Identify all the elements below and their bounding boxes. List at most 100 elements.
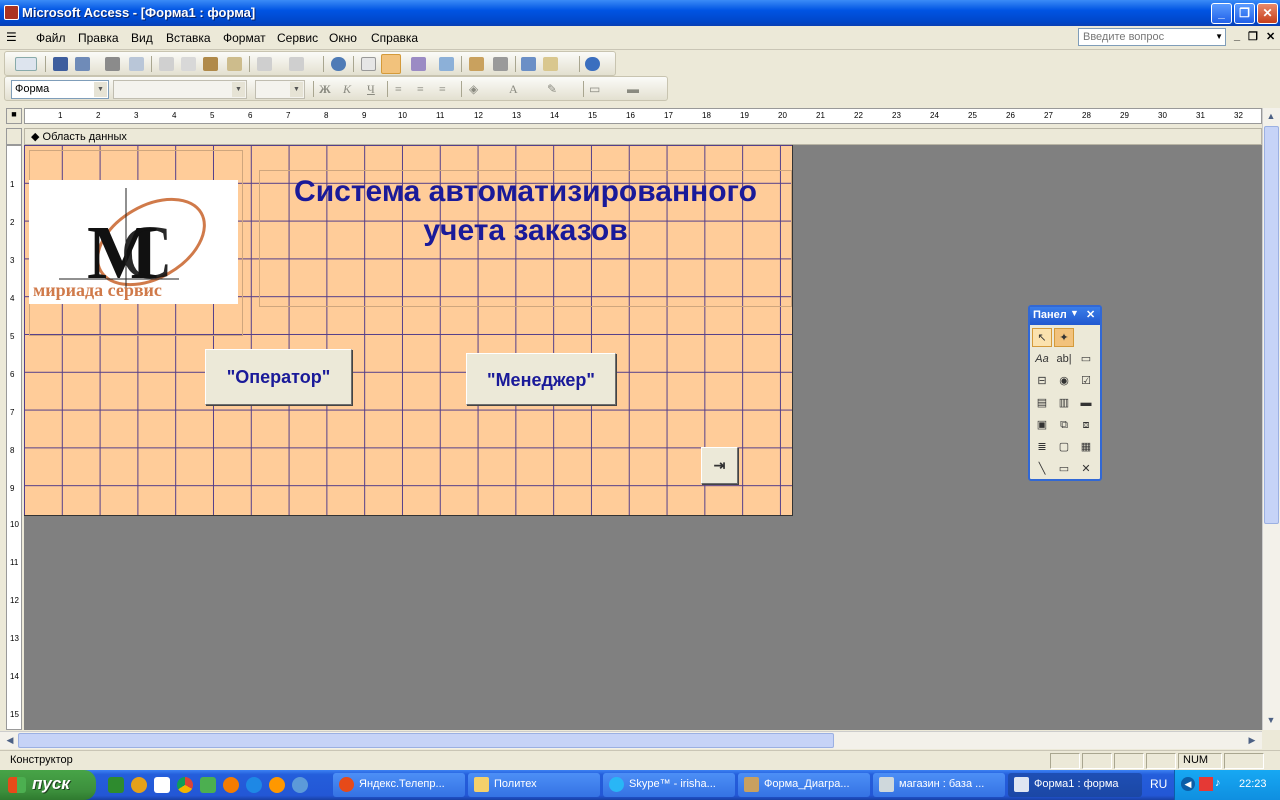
horizontal-scrollbar[interactable]: ◀ ▶ — [0, 731, 1262, 749]
scroll-right-icon[interactable]: ▶ — [1244, 732, 1260, 748]
toolbox-toggle-icon[interactable] — [381, 54, 401, 74]
fill-color-icon[interactable]: ◈ — [469, 82, 478, 97]
menu-window[interactable]: Окно — [329, 31, 357, 45]
chevron-down-icon[interactable]: ▼ — [290, 82, 303, 97]
menu-format[interactable]: Формат — [223, 31, 266, 45]
line-color-icon[interactable]: ✎ — [547, 82, 557, 97]
vertical-scrollbar[interactable]: ▲ ▼ — [1262, 108, 1280, 730]
list-box-icon[interactable]: ▥ — [1054, 394, 1074, 413]
bound-object-icon[interactable]: ⧈ — [1076, 416, 1096, 435]
line-width-icon[interactable]: ▭ — [589, 82, 600, 97]
detail-section-header[interactable]: ◆ Область данных — [24, 128, 1262, 145]
tab-control-icon[interactable]: ▢ — [1054, 438, 1074, 457]
line-tool-icon[interactable]: ╲ — [1032, 460, 1052, 479]
tray-security-icon[interactable] — [1199, 777, 1213, 791]
object-combo[interactable]: Форма ▼ — [11, 80, 109, 99]
chevron-down-icon[interactable]: ▼ — [1070, 308, 1079, 318]
media-player-icon[interactable] — [269, 777, 285, 793]
section-selector[interactable] — [6, 128, 22, 145]
checkbox-tool-icon[interactable]: ☑ — [1076, 372, 1096, 391]
option-button-icon[interactable]: ◉ — [1054, 372, 1074, 391]
command-button-icon[interactable]: ▬ — [1076, 394, 1096, 413]
wizards-icon[interactable]: ✦ — [1054, 328, 1074, 347]
vertical-scroll-thumb[interactable] — [1264, 126, 1279, 524]
font-size-combo[interactable]: ▼ — [255, 80, 305, 99]
close-icon[interactable]: ✕ — [1086, 308, 1095, 321]
align-right-icon[interactable]: ≡ — [439, 82, 446, 97]
font-name-combo[interactable]: ▼ — [113, 80, 247, 99]
database-window-icon[interactable] — [521, 57, 536, 71]
chevron-down-icon[interactable]: ▼ — [232, 82, 245, 97]
search-icon[interactable] — [75, 57, 90, 71]
start-button[interactable]: пуск — [0, 770, 96, 800]
exit-button[interactable]: ⇥ — [701, 447, 738, 484]
form-title-label[interactable]: Система автоматизированного учета заказо… — [260, 172, 791, 250]
quicklaunch-app-icon[interactable] — [131, 777, 147, 793]
textbox-tool-icon[interactable]: ab| — [1054, 350, 1074, 369]
doc-minimize-icon[interactable]: _ — [1234, 30, 1240, 42]
menu-view[interactable]: Вид — [131, 31, 153, 45]
save-icon[interactable] — [53, 57, 68, 71]
option-group-icon[interactable]: ▭ — [1076, 350, 1096, 369]
toggle-button-icon[interactable]: ⊟ — [1032, 372, 1052, 391]
firefox-icon[interactable] — [223, 777, 239, 793]
label-tool-icon[interactable]: Aa — [1032, 350, 1052, 369]
minimize-button[interactable]: _ — [1211, 3, 1232, 24]
language-indicator[interactable]: RU — [1150, 777, 1167, 791]
italic-button[interactable]: К — [343, 82, 351, 97]
subform-icon[interactable]: ▦ — [1076, 438, 1096, 457]
menu-tools[interactable]: Сервис — [277, 31, 318, 45]
rectangle-tool-icon[interactable]: ▭ — [1054, 460, 1074, 479]
help-icon[interactable] — [585, 57, 600, 71]
format-painter-icon[interactable] — [227, 57, 242, 71]
doc-restore-icon[interactable]: ❐ — [1248, 30, 1258, 43]
quicklaunch-project-icon[interactable] — [108, 777, 124, 793]
build-icon[interactable] — [493, 57, 508, 71]
new-object-icon[interactable] — [543, 57, 558, 71]
special-effect-icon[interactable]: ▬ — [627, 82, 639, 97]
maximize-button[interactable]: ❐ — [1234, 3, 1255, 24]
company-logo-image[interactable]: M C мириада сервис — [29, 180, 238, 304]
font-color-icon[interactable]: A — [509, 82, 518, 97]
menu-edit[interactable]: Правка — [78, 31, 119, 45]
quicklaunch-web-icon[interactable] — [292, 777, 308, 793]
chevron-down-icon[interactable]: ▼ — [94, 82, 107, 97]
task-yandex[interactable]: Яндекс.Телепр... — [333, 773, 465, 797]
horizontal-scroll-thumb[interactable] — [18, 733, 834, 748]
page-break-icon[interactable]: ≣ — [1032, 438, 1052, 457]
copy-icon[interactable] — [181, 57, 196, 71]
task-folder[interactable]: Политех — [468, 773, 600, 797]
properties-icon[interactable] — [469, 57, 484, 71]
menu-file[interactable]: Файл — [36, 31, 66, 45]
tray-volume-icon[interactable]: ♪ — [1215, 777, 1229, 791]
task-diagram-form[interactable]: Форма_Диагра... — [738, 773, 870, 797]
unbound-object-icon[interactable]: ⧉ — [1054, 416, 1074, 435]
autoformat-icon[interactable] — [411, 57, 426, 71]
clock[interactable]: 22:23 — [1239, 778, 1267, 790]
toolbox-header[interactable]: Панел ▼ ✕ — [1030, 307, 1100, 325]
tray-expand-icon[interactable]: ◀ — [1181, 777, 1195, 791]
redo-icon[interactable] — [289, 57, 304, 71]
operator-button[interactable]: "Оператор" — [205, 349, 352, 405]
task-database[interactable]: магазин : база ... — [873, 773, 1005, 797]
task-skype[interactable]: Skype™ - irisha... — [603, 773, 735, 797]
hyperlink-icon[interactable] — [331, 57, 346, 71]
access-app-icon[interactable] — [4, 5, 19, 20]
undo-icon[interactable] — [257, 57, 272, 71]
underline-button[interactable]: Ч — [367, 82, 375, 97]
scroll-left-icon[interactable]: ◀ — [2, 732, 18, 748]
form-menu-icon[interactable]: ☰ — [6, 30, 17, 44]
align-center-icon[interactable]: ≡ — [417, 82, 424, 97]
toolbox-panel[interactable]: Панел ▼ ✕ ↖ ✦ Aa ab| ▭ ⊟ ◉ ☑ ▤ ▥ ▬ ▣ ⧉ ⧈… — [1028, 305, 1102, 481]
quicklaunch-triangle-icon[interactable] — [200, 777, 216, 793]
more-controls-icon[interactable]: ✕ — [1076, 460, 1096, 479]
internet-explorer-icon[interactable] — [246, 777, 262, 793]
chevron-down-icon[interactable]: ▼ — [1215, 32, 1223, 41]
manager-button[interactable]: "Менеджер" — [466, 353, 616, 405]
menu-help[interactable]: Справка — [371, 31, 418, 45]
align-left-icon[interactable]: ≡ — [395, 82, 402, 97]
select-objects-icon[interactable]: ↖ — [1032, 328, 1052, 347]
menu-insert[interactable]: Вставка — [166, 31, 211, 45]
doc-close-icon[interactable]: ✕ — [1266, 30, 1275, 43]
chrome-icon[interactable] — [177, 777, 193, 793]
